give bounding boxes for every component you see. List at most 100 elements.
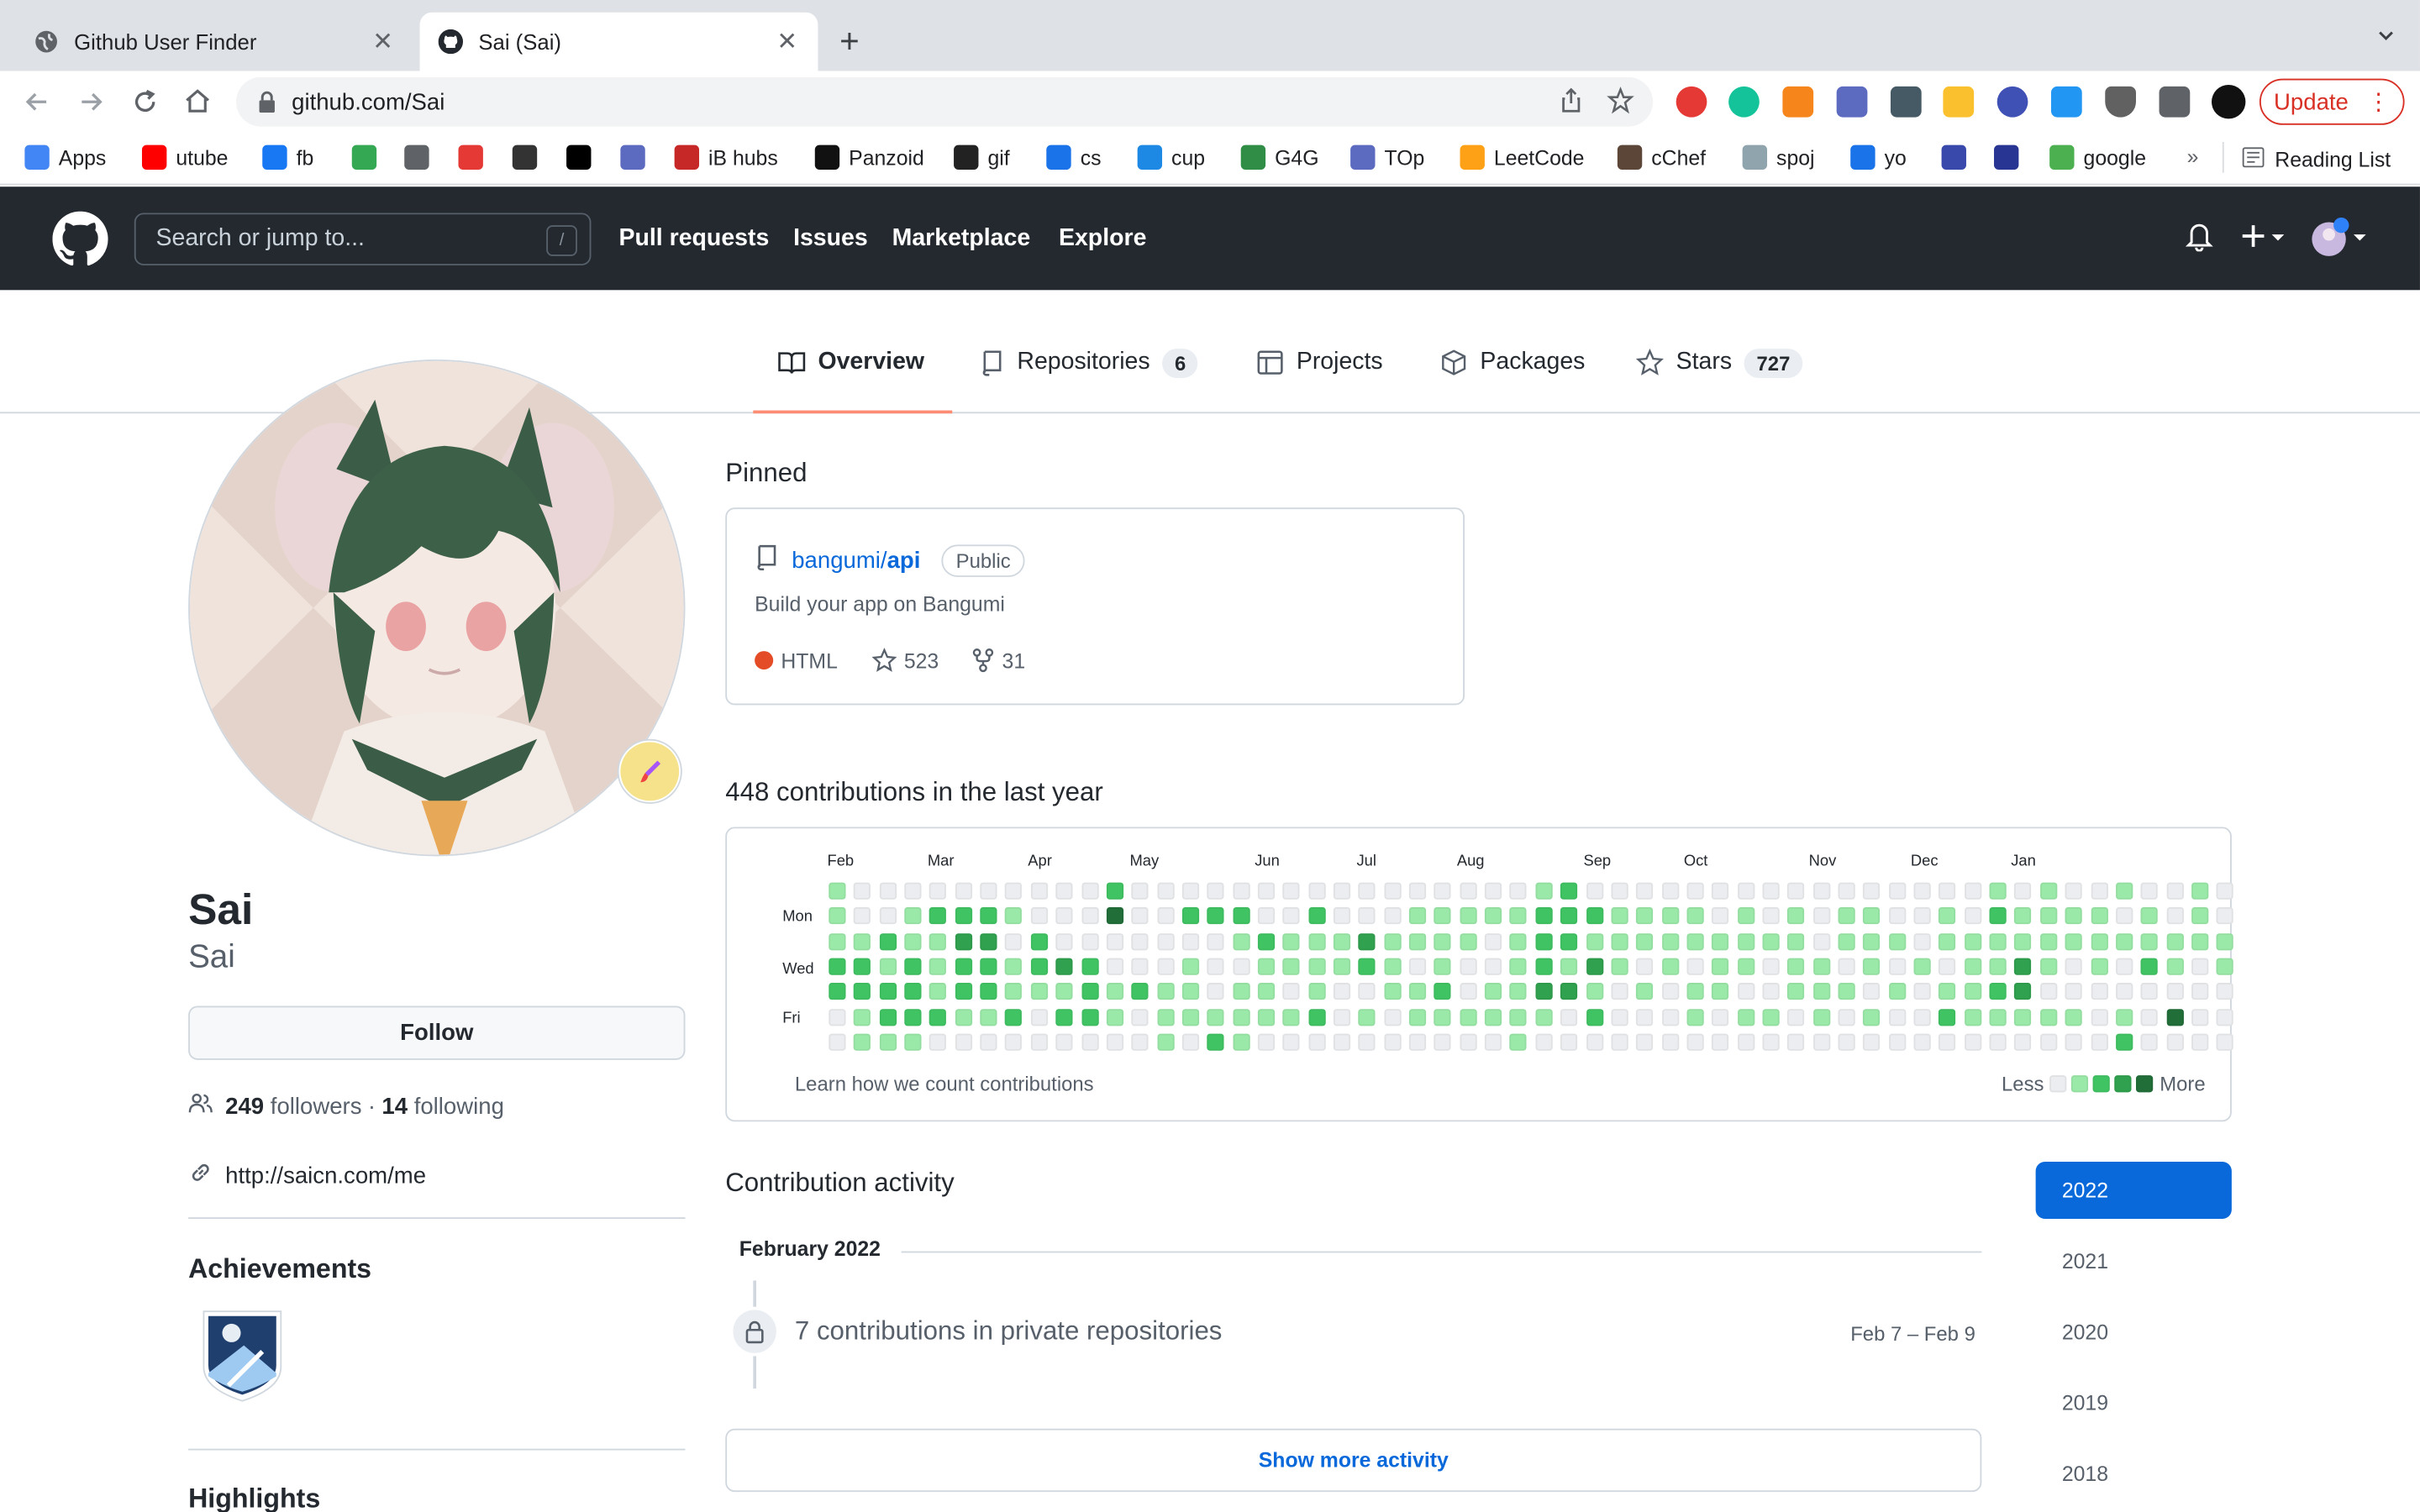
contribution-day-cell[interactable] xyxy=(1081,983,1098,1000)
contribution-day-cell[interactable] xyxy=(1207,932,1224,950)
contribution-day-cell[interactable] xyxy=(2165,1008,2184,1026)
close-icon[interactable]: ✕ xyxy=(371,26,395,57)
contribution-day-cell[interactable] xyxy=(1686,1008,1704,1026)
contribution-day-cell[interactable] xyxy=(955,1033,972,1051)
contribution-day-cell[interactable] xyxy=(1888,958,1906,975)
contribution-day-cell[interactable] xyxy=(1863,932,1881,950)
contribution-day-cell[interactable] xyxy=(1812,932,1830,950)
tab-overview[interactable]: Overview xyxy=(753,349,953,414)
contribution-day-cell[interactable] xyxy=(1510,907,1528,925)
contribution-day-cell[interactable] xyxy=(2065,882,2082,900)
contribution-day-cell[interactable] xyxy=(1964,1008,1981,1026)
contribution-day-cell[interactable] xyxy=(1005,932,1023,950)
contribution-day-cell[interactable] xyxy=(1586,932,1603,950)
following-link[interactable]: 14 following xyxy=(381,1093,504,1119)
contribution-day-cell[interactable] xyxy=(1485,983,1502,1000)
extension-icon[interactable] xyxy=(1996,86,2028,118)
contribution-day-cell[interactable] xyxy=(1383,983,1402,1000)
contribution-day-cell[interactable] xyxy=(2014,1008,2032,1026)
contribution-day-cell[interactable] xyxy=(1055,882,1073,900)
contribution-day-cell[interactable] xyxy=(2090,907,2108,925)
contribution-day-cell[interactable] xyxy=(2115,882,2133,900)
contribution-day-cell[interactable] xyxy=(1005,907,1023,925)
achievement-badge-arctic-code-vault[interactable] xyxy=(197,1305,287,1404)
contribution-day-cell[interactable] xyxy=(2090,1008,2108,1026)
contribution-day-cell[interactable] xyxy=(879,907,897,925)
contribution-day-cell[interactable] xyxy=(1686,1033,1704,1051)
forward-arrow-icon[interactable] xyxy=(76,87,107,118)
contribution-day-cell[interactable] xyxy=(1333,907,1351,925)
contribution-day-cell[interactable] xyxy=(1939,958,1956,975)
contribution-day-cell[interactable] xyxy=(2014,1033,2032,1051)
bookmark-item[interactable]: Panzoid xyxy=(814,144,924,171)
contribution-day-cell[interactable] xyxy=(2165,882,2184,900)
contribution-day-cell[interactable] xyxy=(2165,907,2184,925)
contribution-day-cell[interactable] xyxy=(2065,932,2082,950)
contribution-day-cell[interactable] xyxy=(1383,958,1402,975)
contribution-day-cell[interactable] xyxy=(1181,932,1199,950)
contribution-day-cell[interactable] xyxy=(1207,983,1224,1000)
contribution-day-cell[interactable] xyxy=(1989,932,2007,950)
contribution-day-cell[interactable] xyxy=(1358,932,1376,950)
user-avatar-menu[interactable] xyxy=(2311,217,2370,265)
contribution-day-cell[interactable] xyxy=(1055,907,1073,925)
contribution-day-cell[interactable] xyxy=(1408,1008,1427,1026)
contribution-day-cell[interactable] xyxy=(1383,882,1402,900)
contribution-day-cell[interactable] xyxy=(2216,932,2234,950)
contribution-day-cell[interactable] xyxy=(1838,882,1855,900)
contribution-day-cell[interactable] xyxy=(1762,932,1780,950)
contribution-day-cell[interactable] xyxy=(1282,882,1301,900)
contribution-day-cell[interactable] xyxy=(1888,1033,1906,1051)
metamask-extension-icon[interactable] xyxy=(1782,86,1814,118)
contribution-day-cell[interactable] xyxy=(1408,983,1427,1000)
contribution-day-cell[interactable] xyxy=(1636,882,1654,900)
contribution-day-cell[interactable] xyxy=(1913,1008,1931,1026)
contribution-day-cell[interactable] xyxy=(1207,882,1224,900)
contribution-day-cell[interactable] xyxy=(1156,1033,1174,1051)
bookmark-item[interactable]: LeetCode xyxy=(1460,144,1584,171)
new-tab-icon[interactable]: + xyxy=(839,22,860,62)
contribution-day-cell[interactable] xyxy=(980,958,997,975)
contribution-day-cell[interactable] xyxy=(1257,882,1275,900)
contribution-day-cell[interactable] xyxy=(1460,1033,1477,1051)
contribution-day-cell[interactable] xyxy=(1055,958,1073,975)
contribution-day-cell[interactable] xyxy=(929,932,947,950)
nav-issues[interactable]: Issues xyxy=(793,225,868,253)
contribution-day-cell[interactable] xyxy=(2140,907,2159,925)
contribution-day-cell[interactable] xyxy=(1282,983,1301,1000)
nav-pull-requests[interactable]: Pull requests xyxy=(619,225,770,253)
contribution-day-cell[interactable] xyxy=(1485,1008,1502,1026)
contribution-day-cell[interactable] xyxy=(1737,1033,1754,1051)
repo-stars-link[interactable]: 523 xyxy=(871,648,939,672)
bookmark-item[interactable]: cs xyxy=(1046,144,1101,171)
contribution-day-cell[interactable] xyxy=(2115,983,2133,1000)
bookmark-item[interactable] xyxy=(566,144,592,171)
contribution-day-cell[interactable] xyxy=(904,932,922,950)
contribution-day-cell[interactable] xyxy=(1030,983,1048,1000)
bookmark-item[interactable]: cup xyxy=(1137,144,1205,171)
show-more-activity-button[interactable]: Show more activity xyxy=(725,1428,1982,1493)
contribution-day-cell[interactable] xyxy=(1156,958,1174,975)
contribution-day-cell[interactable] xyxy=(1888,932,1906,950)
contribution-day-cell[interactable] xyxy=(1812,1033,1830,1051)
contribution-day-cell[interactable] xyxy=(1661,983,1679,1000)
contribution-day-cell[interactable] xyxy=(1510,983,1528,1000)
contribution-day-cell[interactable] xyxy=(1081,882,1098,900)
contribution-day-cell[interactable] xyxy=(1737,932,1754,950)
contribution-day-cell[interactable] xyxy=(1005,1033,1023,1051)
contribution-day-cell[interactable] xyxy=(1358,1033,1376,1051)
contribution-day-cell[interactable] xyxy=(955,882,972,900)
contribution-day-cell[interactable] xyxy=(829,907,846,925)
contribution-day-cell[interactable] xyxy=(1485,882,1502,900)
contribution-day-cell[interactable] xyxy=(1257,958,1275,975)
bookmark-item[interactable]: iB hubs xyxy=(674,144,778,171)
contribution-day-cell[interactable] xyxy=(1913,958,1931,975)
bell-icon[interactable] xyxy=(2185,221,2213,260)
contribution-day-cell[interactable] xyxy=(1333,932,1351,950)
contribution-day-cell[interactable] xyxy=(955,1008,972,1026)
contribution-day-cell[interactable] xyxy=(1510,932,1528,950)
contribution-day-cell[interactable] xyxy=(1535,958,1553,975)
contribution-day-cell[interactable] xyxy=(1460,958,1477,975)
contribution-day-cell[interactable] xyxy=(1434,907,1452,925)
contribution-day-cell[interactable] xyxy=(2090,958,2108,975)
